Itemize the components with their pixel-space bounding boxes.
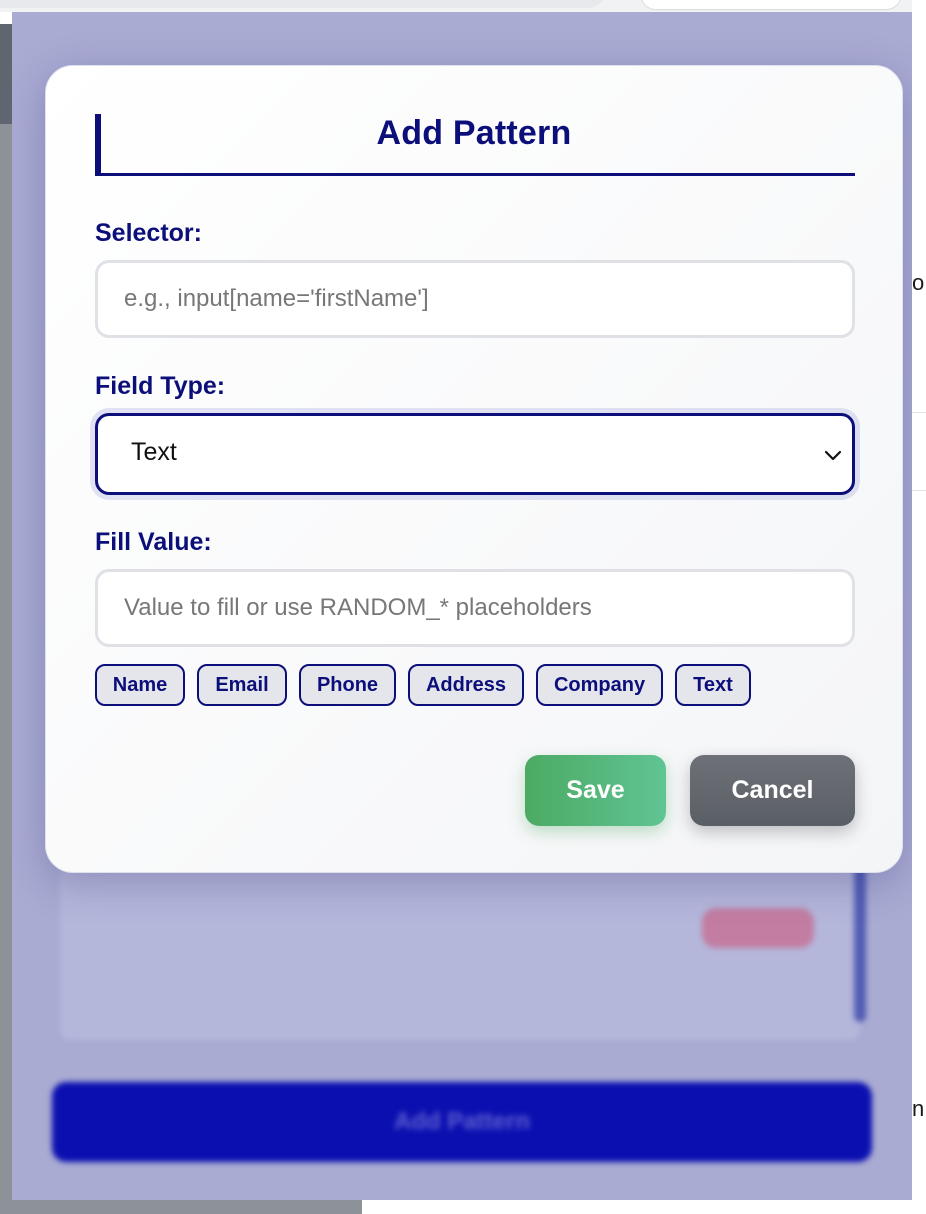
add-pattern-button-background: Add Pattern	[52, 1082, 872, 1162]
browser-tab-strip	[0, 0, 926, 12]
modal-overlay[interactable]: Add Pattern Add Pattern Selector: Field …	[12, 12, 912, 1200]
save-button[interactable]: Save	[525, 755, 666, 826]
chip-name[interactable]: Name	[95, 664, 185, 706]
remove-button	[702, 908, 814, 948]
fill-value-input[interactable]	[95, 569, 855, 647]
field-type-select[interactable]: Text	[95, 413, 855, 495]
selector-label: Selector:	[95, 219, 202, 247]
pattern-selector-text	[120, 924, 500, 946]
pattern-type-text	[548, 924, 658, 946]
cancel-button[interactable]: Cancel	[690, 755, 855, 826]
left-page-edge	[0, 24, 12, 1214]
chip-phone[interactable]: Phone	[299, 664, 396, 706]
right-page-edge	[912, 0, 926, 1214]
bottom-page-edge	[0, 1200, 362, 1214]
left-page-header	[0, 24, 12, 124]
right-edge-text: o	[912, 270, 925, 295]
fill-value-label: Fill Value:	[95, 528, 212, 556]
divider	[912, 490, 926, 491]
field-type-selected-value: Text	[131, 438, 177, 466]
chip-text[interactable]: Text	[675, 664, 751, 706]
chip-address[interactable]: Address	[408, 664, 524, 706]
chip-company[interactable]: Company	[536, 664, 663, 706]
pattern-value-text	[108, 980, 358, 1002]
add-pattern-dialog: Add Pattern Selector: Field Type: Text F…	[45, 65, 903, 873]
field-type-label: Field Type:	[95, 372, 226, 400]
chip-email[interactable]: Email	[197, 664, 287, 706]
pattern-card	[60, 864, 860, 1040]
divider	[912, 412, 926, 413]
right-edge-text: n	[912, 1096, 925, 1121]
selector-input[interactable]	[95, 260, 855, 338]
dialog-title: Add Pattern	[376, 114, 572, 152]
chevron-down-icon	[822, 444, 844, 466]
browser-address-bar[interactable]	[640, 0, 902, 10]
browser-tab[interactable]	[0, 0, 606, 8]
